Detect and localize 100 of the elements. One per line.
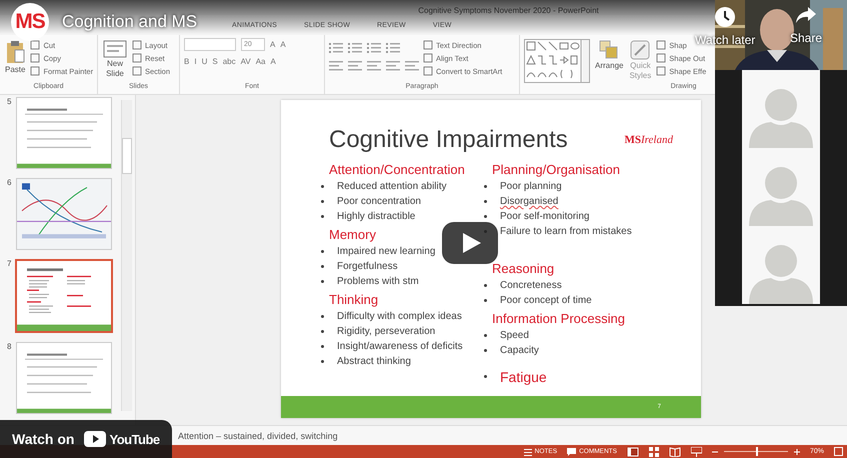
format-button[interactable]: S xyxy=(212,57,218,66)
play-logo-icon xyxy=(84,431,106,447)
bullet-text: Failure to learn from mistakes xyxy=(500,226,632,237)
format-button[interactable]: Aa xyxy=(256,57,266,66)
bullet-text: Concreteness xyxy=(500,280,562,291)
bullet-icon xyxy=(321,200,324,203)
list-icon[interactable] xyxy=(386,42,400,53)
notes-text[interactable]: Attention – sustained, divided, switching xyxy=(178,430,338,440)
align-icon[interactable] xyxy=(405,61,419,72)
format-button[interactable]: AV xyxy=(240,57,251,66)
bullet-icon xyxy=(484,349,487,352)
book-icon[interactable] xyxy=(668,446,681,456)
section-heading: Thinking xyxy=(329,292,378,307)
bullet-text: Poor concept of time xyxy=(500,295,592,306)
play-button[interactable] xyxy=(442,222,498,264)
bullet-text: Rigidity, perseveration xyxy=(337,326,436,337)
bullet-icon xyxy=(321,345,324,348)
bullet-icon xyxy=(321,330,324,333)
paste-button[interactable]: Paste xyxy=(4,38,26,76)
arrange-button[interactable]: Arrange xyxy=(594,38,624,72)
align-icon[interactable] xyxy=(329,61,343,72)
brush-icon xyxy=(630,40,650,60)
logo: MSIreland xyxy=(624,134,673,148)
clipboard-icon xyxy=(5,40,26,64)
bullet-text: Insight/awareness of deficits xyxy=(337,341,463,352)
tool-icon xyxy=(30,66,40,76)
zoom-in-icon[interactable] xyxy=(794,448,800,454)
watch-on-youtube-button[interactable]: Watch on YouTube xyxy=(0,420,172,458)
bullet-icon xyxy=(321,360,324,363)
slide-title: Cognitive Impairments xyxy=(329,126,568,154)
bullet-text: Forgetfulness xyxy=(337,261,398,272)
align-icon[interactable] xyxy=(386,61,400,72)
section-heading: Fatigue xyxy=(500,368,547,384)
format-button[interactable]: I xyxy=(194,57,197,66)
format-button[interactable]: U xyxy=(202,57,208,66)
tool-icon xyxy=(656,40,666,50)
bullet-text: Reduced attention ability xyxy=(337,181,447,192)
font-size-button[interactable]: A xyxy=(280,40,286,49)
tool-icon xyxy=(30,53,40,63)
tool-icon xyxy=(30,40,40,50)
slide-number: 8 xyxy=(7,342,11,353)
bullet-icon xyxy=(484,215,487,218)
section-heading: Information Processing xyxy=(492,311,625,326)
comment-icon xyxy=(567,448,576,456)
bullet-icon xyxy=(484,299,487,302)
zoom-out-icon[interactable] xyxy=(712,448,718,454)
bullet-icon xyxy=(321,185,324,188)
bullet-icon xyxy=(484,284,487,287)
list-icon[interactable] xyxy=(348,42,362,53)
bullet-text: Poor planning xyxy=(500,181,562,192)
play-icon xyxy=(463,233,481,253)
bullet-icon xyxy=(321,280,324,283)
slide-number: 5 xyxy=(7,97,11,108)
shapes-gallery[interactable] xyxy=(524,39,590,83)
list-icon[interactable] xyxy=(329,42,343,53)
slide-icon xyxy=(103,40,127,58)
list-icon[interactable] xyxy=(367,42,381,53)
bullet-text: Speed xyxy=(500,330,529,341)
bullet-icon xyxy=(321,250,324,253)
bullet-text: Capacity xyxy=(500,345,539,356)
bullet-icon xyxy=(321,215,324,218)
bullet-text: Poor concentration xyxy=(337,196,421,207)
bullet-icon xyxy=(484,185,487,188)
bullet-icon xyxy=(484,334,487,337)
new-slide-button[interactable]: New Slide xyxy=(102,38,128,80)
avatar-icon xyxy=(749,244,813,304)
format-button[interactable]: abc xyxy=(222,57,236,66)
format-button[interactable]: A xyxy=(270,57,276,66)
tool-icon xyxy=(656,66,666,76)
tool-icon xyxy=(656,53,666,63)
scrollbar[interactable] xyxy=(121,100,132,411)
section-heading: Memory xyxy=(329,227,376,242)
bullet-text: Highly distractible xyxy=(337,211,416,222)
section-heading: Reasoning xyxy=(492,261,554,276)
bullet-text: Impaired new learning xyxy=(337,246,436,257)
bullet-icon xyxy=(484,375,487,378)
font-size-button[interactable]: A xyxy=(270,40,276,49)
arrange-icon xyxy=(599,40,620,60)
presentation-icon[interactable] xyxy=(690,446,702,456)
normal-view-icon[interactable] xyxy=(626,446,639,456)
avatar-icon xyxy=(749,166,813,226)
bullet-text: Problems with stm xyxy=(337,276,419,287)
bullet-icon xyxy=(484,200,487,203)
bullet-text: Disorganised xyxy=(500,196,558,207)
bullet-text: Abstract thinking xyxy=(337,356,411,367)
format-button[interactable]: B xyxy=(184,57,190,66)
share-icon[interactable] xyxy=(795,6,818,24)
section-heading: Attention/Concentration xyxy=(329,162,465,177)
grid-view-icon[interactable] xyxy=(648,446,659,456)
section-heading: Planning/Organisation xyxy=(492,162,620,177)
font-name-field[interactable] xyxy=(184,38,236,51)
align-icon[interactable] xyxy=(367,61,381,72)
bullet-icon xyxy=(321,265,324,268)
window-title: Cognitive Symptoms November 2020 - PowerPoint xyxy=(418,6,599,15)
clock-icon[interactable] xyxy=(714,6,736,28)
notes-icon xyxy=(524,448,532,456)
fit-icon[interactable] xyxy=(834,447,843,456)
bullet-text: Difficulty with complex ideas xyxy=(337,311,462,322)
slide-number: 7 xyxy=(7,259,11,270)
align-icon[interactable] xyxy=(348,61,362,72)
